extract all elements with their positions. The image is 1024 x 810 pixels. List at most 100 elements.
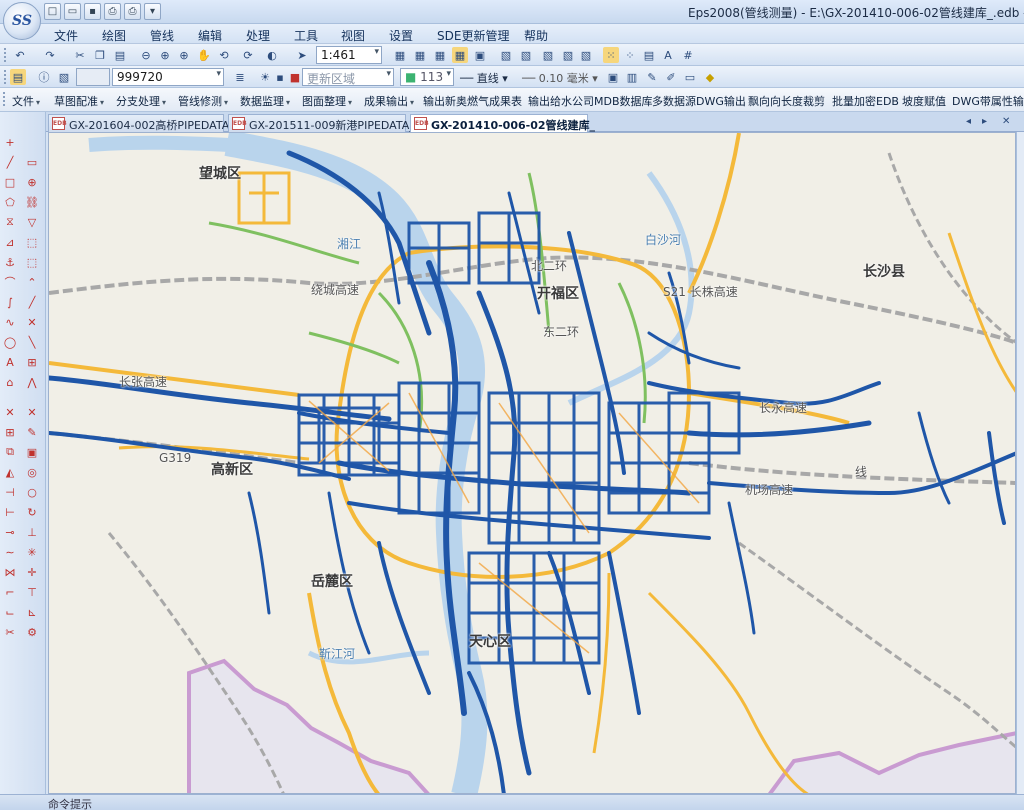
- dash-frame-tool-icon[interactable]: ⬚: [24, 254, 40, 270]
- undo-icon[interactable]: ↶: [12, 47, 28, 63]
- parallel-tool-icon[interactable]: ⊿: [2, 234, 18, 250]
- grid-node-icon[interactable]: ⁘: [622, 47, 638, 63]
- trim-tool-icon[interactable]: ⊢: [2, 504, 18, 520]
- target-tool-icon[interactable]: ◎: [24, 464, 40, 480]
- line-type-combobox[interactable]: ── 直线 ▾: [460, 70, 508, 86]
- layer-icon[interactable]: ◐: [264, 47, 280, 63]
- menu-view[interactable]: 视图: [341, 27, 365, 44]
- polygon-tool-icon[interactable]: ⬠: [2, 194, 18, 210]
- plugin-data-supervision[interactable]: 数据监理 ▾: [240, 93, 290, 109]
- anchor-tool-icon[interactable]: ⚓: [2, 254, 18, 270]
- scale-tool-icon[interactable]: ⊥: [24, 524, 40, 540]
- funnel-tool-icon[interactable]: ▽: [24, 214, 40, 230]
- wave-tool-icon[interactable]: ∼: [2, 544, 18, 560]
- move-tool-icon[interactable]: ⊞: [2, 424, 18, 440]
- rotate-tool-icon[interactable]: ↻: [24, 504, 40, 520]
- menu-draw[interactable]: 绘图: [102, 27, 126, 44]
- app-logo-button[interactable]: SS: [3, 2, 41, 40]
- code-picker-icon[interactable]: ▧: [56, 69, 72, 85]
- corner-tool-icon[interactable]: ⊾: [24, 604, 40, 620]
- ellipse-tool-icon[interactable]: ◯: [2, 334, 18, 350]
- diagonal-tool-icon[interactable]: ╲: [24, 334, 40, 350]
- open-tool-icon[interactable]: ▭: [24, 154, 40, 170]
- chamfer-tool-icon[interactable]: ⌙: [2, 604, 18, 620]
- map-link-icon[interactable]: ▧: [560, 47, 576, 63]
- print-preview-icon[interactable]: ⎙: [104, 3, 121, 20]
- lock-layer-icon[interactable]: ▣: [605, 69, 621, 85]
- menu-edit[interactable]: 编辑: [198, 27, 222, 44]
- view-split-icon[interactable]: ▦: [432, 47, 448, 63]
- monitor-icon[interactable]: ▭: [682, 69, 698, 85]
- zoom-out-icon[interactable]: ⊖: [138, 47, 154, 63]
- rectangle-tool-icon[interactable]: □: [2, 174, 18, 190]
- plugin-pipeline-survey[interactable]: 管线修测 ▾: [178, 93, 228, 109]
- plugin-dwg-attr-output[interactable]: DWG带属性输出: [952, 93, 1024, 109]
- document-icon[interactable]: ▥: [624, 69, 640, 85]
- extend-tool-icon[interactable]: ⊣: [2, 484, 18, 500]
- tab-pipeline-db[interactable]: EDB GX-201410-006-02管线建库_: [410, 114, 595, 132]
- light-bulb-icon[interactable]: ☀: [257, 69, 273, 85]
- menu-tools[interactable]: 工具: [294, 27, 318, 44]
- north-arrow-icon[interactable]: ➤: [294, 47, 310, 63]
- curve-tool-icon[interactable]: ∫: [2, 294, 18, 310]
- plugin-slope-assign[interactable]: 坡度赋值: [902, 93, 946, 109]
- code-combobox[interactable]: 999720 ▾: [112, 68, 224, 86]
- color-index-combobox[interactable]: ■ 113 ▾: [400, 68, 454, 86]
- bezier-tool-icon[interactable]: ∿: [2, 314, 18, 330]
- globe-tool-icon[interactable]: ⊕: [24, 174, 40, 190]
- line-width-combobox[interactable]: ── 0.10 毫米 ▾: [522, 70, 598, 86]
- menu-file[interactable]: 文件: [54, 27, 78, 44]
- plugin-file-menu[interactable]: 文件 ▾: [12, 93, 40, 109]
- table-icon[interactable]: ▤: [641, 47, 657, 63]
- tab-scroll-right-icon[interactable]: ▸: [982, 116, 987, 127]
- vertical-scrollbar[interactable]: [1016, 132, 1024, 794]
- scissors-tool-icon[interactable]: ✂: [2, 624, 18, 640]
- pair-tool-icon[interactable]: ⋈: [2, 564, 18, 580]
- cut-icon[interactable]: ✂: [72, 47, 88, 63]
- menu-sde-update[interactable]: SDE更新管理: [437, 27, 509, 44]
- pen-tool-icon[interactable]: ✎: [24, 424, 40, 440]
- print-icon[interactable]: ⎙: [124, 3, 141, 20]
- line-tool-icon[interactable]: ╱: [2, 154, 18, 170]
- box-tool-icon[interactable]: ▣: [24, 444, 40, 460]
- caret-tool-icon[interactable]: ⌃: [24, 274, 40, 290]
- map-check-icon[interactable]: ▧: [540, 47, 556, 63]
- qat-more-icon[interactable]: ▾: [144, 3, 161, 20]
- refresh-icon[interactable]: ⟳: [240, 47, 256, 63]
- view-mode-icon[interactable]: ▣: [472, 47, 488, 63]
- zoom-previous-icon[interactable]: ⟲: [216, 47, 232, 63]
- cube-icon[interactable]: ◆: [702, 69, 718, 85]
- notes-icon[interactable]: ✎: [644, 69, 660, 85]
- zoom-in-icon[interactable]: ⊕: [157, 47, 173, 63]
- label-tool-icon[interactable]: ⌂: [2, 374, 18, 390]
- chain-tool-icon[interactable]: ⛓: [24, 194, 40, 210]
- tab-scroll-left-icon[interactable]: ◂: [966, 116, 971, 127]
- redo-icon[interactable]: ↷: [42, 47, 58, 63]
- mirror-tool-icon[interactable]: ◭: [2, 464, 18, 480]
- map-draw-icon[interactable]: ▧: [578, 47, 594, 63]
- layer-manager-icon[interactable]: ▤: [10, 69, 26, 85]
- text-tool-icon[interactable]: A: [2, 354, 18, 370]
- open-folder-icon[interactable]: ▭: [64, 3, 81, 20]
- plugin-batch-encrypt[interactable]: 批量加密EDB: [832, 93, 899, 109]
- tee-tool-icon[interactable]: ⊤: [24, 584, 40, 600]
- copy-tool-icon[interactable]: ⧉: [2, 444, 18, 460]
- node-icon[interactable]: ⁙: [603, 47, 619, 63]
- grid-tool-icon[interactable]: ⊞: [24, 354, 40, 370]
- plugin-length-clip[interactable]: 飘向向长度裁剪: [748, 93, 825, 109]
- new-file-icon[interactable]: □: [44, 3, 61, 20]
- view-tile-icon[interactable]: ▦: [412, 47, 428, 63]
- plugin-result-output[interactable]: 成果输出 ▾: [364, 93, 414, 109]
- plugin-map-cleanup[interactable]: 图面整理 ▾: [302, 93, 352, 109]
- menu-settings[interactable]: 设置: [389, 27, 413, 44]
- arc-tool-icon[interactable]: ⌒: [2, 274, 18, 290]
- tab-close-icon[interactable]: ✕: [1002, 116, 1010, 127]
- frame-tool-icon[interactable]: ⬚: [24, 234, 40, 250]
- circle-tool-icon[interactable]: ○: [24, 484, 40, 500]
- view-grid-icon[interactable]: ▦: [392, 47, 408, 63]
- break-tool-icon[interactable]: ⊸: [2, 524, 18, 540]
- save-icon[interactable]: ▪: [84, 3, 101, 20]
- info-icon[interactable]: ⓘ: [36, 69, 52, 85]
- scale-combobox[interactable]: 1:461 ▾: [316, 46, 382, 64]
- star-tool-icon[interactable]: ✳: [24, 544, 40, 560]
